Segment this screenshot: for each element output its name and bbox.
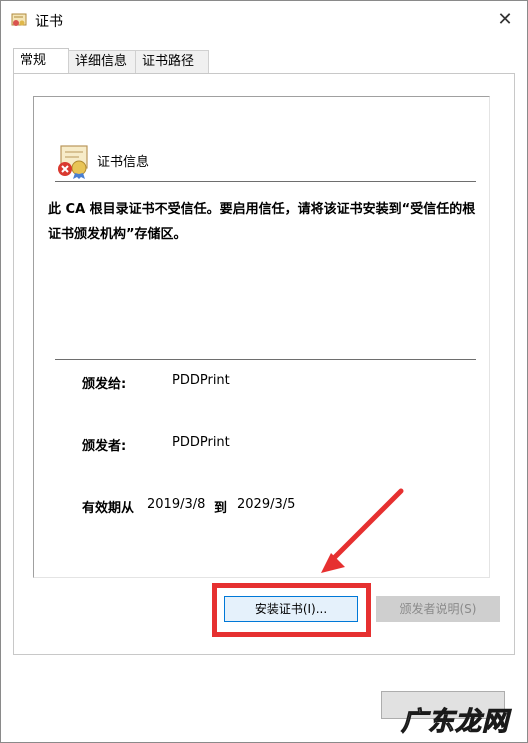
certificate-error-icon bbox=[58, 145, 88, 179]
certificate-dialog: 证书 ✕ 常规 详细信息 证书路径 证书信息 此 CA 根目录证书不受信任。要启… bbox=[0, 0, 528, 743]
cert-info-heading: 证书信息 bbox=[97, 155, 150, 170]
tab-general-label: 常规 bbox=[20, 53, 47, 68]
issued-by-value: PDDPrint bbox=[172, 435, 230, 450]
tab-cert-path[interactable]: 证书路径 bbox=[135, 50, 209, 73]
issued-to-value: PDDPrint bbox=[172, 373, 230, 388]
valid-to-value: 2029/3/5 bbox=[237, 497, 296, 512]
tab-details-label: 详细信息 bbox=[75, 54, 128, 69]
valid-from-label: 有效期从 bbox=[82, 501, 135, 516]
install-certificate-button[interactable]: 安装证书(I)... bbox=[224, 596, 358, 622]
valid-from-value: 2019/3/8 bbox=[147, 497, 206, 512]
window-title: 证书 bbox=[35, 14, 63, 30]
details-divider bbox=[55, 359, 476, 360]
general-tab-panel: 证书信息 此 CA 根目录证书不受信任。要启用信任，请将该证书安装到“受信任的根… bbox=[13, 73, 515, 655]
close-icon: ✕ bbox=[497, 9, 513, 30]
issued-by-label: 颁发者: bbox=[82, 439, 127, 454]
certificate-icon bbox=[11, 13, 27, 26]
tab-details[interactable]: 详细信息 bbox=[68, 50, 142, 73]
title-bar: 证书 ✕ bbox=[1, 1, 527, 39]
valid-to-label: 到 bbox=[214, 501, 228, 516]
tab-cert-path-label: 证书路径 bbox=[142, 54, 195, 69]
close-button[interactable]: ✕ bbox=[491, 7, 519, 33]
issued-to-label: 颁发给: bbox=[82, 377, 127, 392]
watermark: 广东龙网 bbox=[400, 707, 510, 738]
heading-divider bbox=[55, 181, 476, 182]
untrusted-warning: 此 CA 根目录证书不受信任。要启用信任，请将该证书安装到“受信任的根证书颁发机… bbox=[48, 202, 476, 242]
certificate-info-box: 证书信息 此 CA 根目录证书不受信任。要启用信任，请将该证书安装到“受信任的根… bbox=[33, 96, 490, 578]
pointer-arrow-icon bbox=[321, 488, 404, 573]
issuer-statement-button[interactable]: 颁发者说明(S) bbox=[376, 596, 500, 622]
tab-general[interactable]: 常规 bbox=[13, 48, 69, 75]
